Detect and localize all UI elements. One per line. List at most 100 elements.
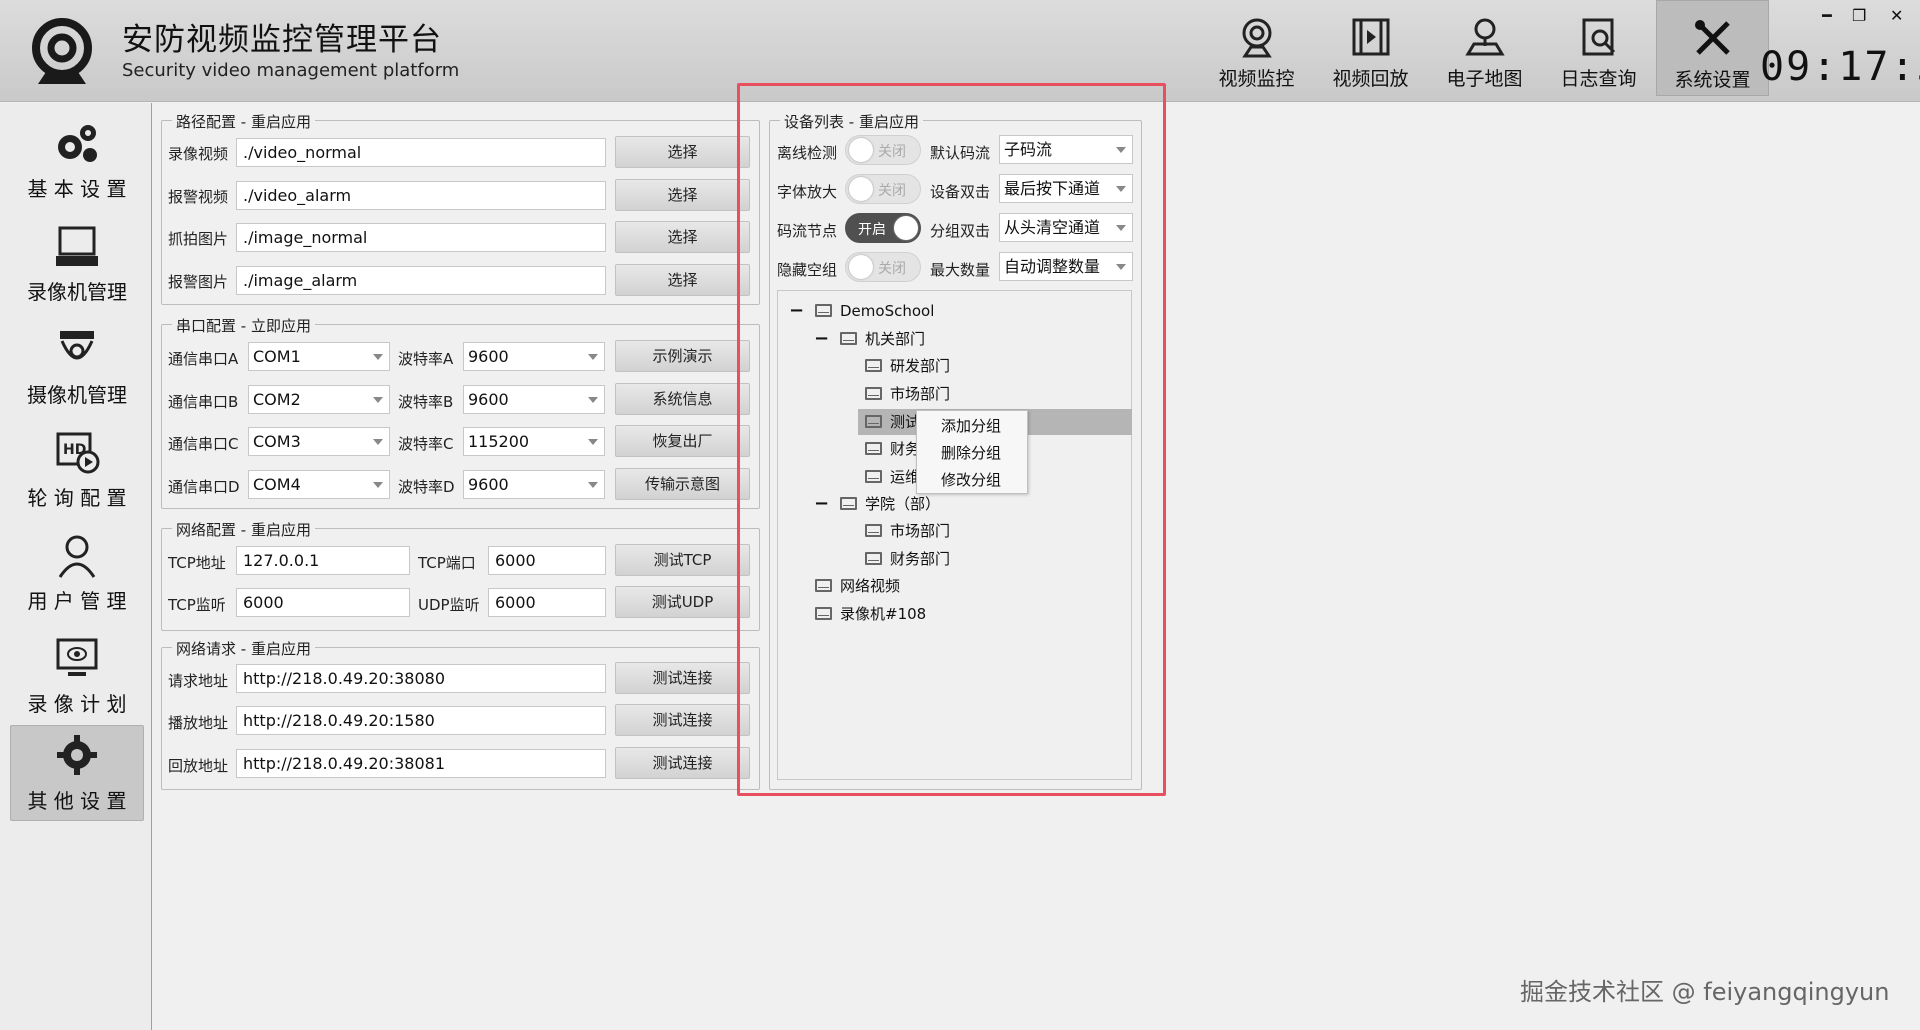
- sidebar-item-record-plan[interactable]: 录 像 计 划: [10, 628, 144, 724]
- app-title: 安防视频监控管理平台: [122, 22, 442, 58]
- chevron-down-icon: [373, 354, 383, 360]
- baud-label: 波特率A: [398, 350, 454, 368]
- sidebar-item-other-settings[interactable]: 其 他 设 置: [10, 725, 144, 821]
- close-icon[interactable]: ✕: [1890, 6, 1903, 25]
- sidebar-item-label: 其 他 设 置: [27, 788, 127, 813]
- sidebar-item-label: 录像机管理: [27, 279, 127, 304]
- nav-label: 电子地图: [1446, 68, 1523, 90]
- udp-listen-label: UDP监听: [418, 596, 480, 614]
- select-record-video-button[interactable]: 选择: [615, 136, 750, 168]
- gear-icon: [57, 734, 97, 775]
- port-c-select[interactable]: COM3: [248, 427, 390, 456]
- tcp-listen-field[interactable]: 6000: [236, 588, 410, 617]
- sidebar-item-label: 轮 询 配 置: [27, 485, 127, 510]
- tcp-port-field[interactable]: 6000: [488, 546, 606, 575]
- sidebar-item-label: 用 户 管 理: [27, 588, 127, 613]
- combo-value: 9600: [468, 347, 509, 366]
- url-label: 请求地址: [168, 672, 229, 690]
- playback-url-field[interactable]: http://218.0.49.20:38081: [236, 749, 606, 778]
- sidebar: 基 本 设 置 录像机管理 摄像机管理 HD 轮 询 配 置 用 户 管 理 录…: [0, 103, 152, 1030]
- sidebar-item-basic-settings[interactable]: 基 本 设 置: [10, 113, 144, 209]
- test-request-button[interactable]: 测试连接: [615, 662, 750, 694]
- test-playback-button[interactable]: 测试连接: [615, 747, 750, 779]
- select-alarm-video-button[interactable]: 选择: [615, 179, 750, 211]
- select-alarm-image-button[interactable]: 选择: [615, 264, 750, 296]
- port-d-select[interactable]: COM4: [248, 470, 390, 499]
- annotation-highlight-box: [737, 83, 1166, 796]
- map-pin-icon: [1464, 18, 1505, 56]
- url-label: 回放地址: [168, 757, 229, 775]
- play-url-field[interactable]: http://218.0.49.20:1580: [236, 706, 606, 735]
- tcp-listen-label: TCP监听: [168, 596, 226, 614]
- nav-video-playback[interactable]: 视频回放: [1314, 0, 1427, 96]
- select-snapshot-button[interactable]: 选择: [615, 221, 750, 253]
- film-icon: [1352, 18, 1389, 56]
- test-udp-button[interactable]: 测试UDP: [615, 586, 750, 618]
- request-url-field[interactable]: http://218.0.49.20:38080: [236, 664, 606, 693]
- webcam-logo-icon: [32, 18, 92, 84]
- nav-log-query[interactable]: 日志查询: [1542, 0, 1655, 96]
- port-a-select[interactable]: COM1: [248, 342, 390, 371]
- baud-d-select[interactable]: 9600: [463, 470, 605, 499]
- watermark: 掘金技术社区 @ feiyangqingyun: [1520, 978, 1890, 1006]
- chevron-down-icon: [588, 482, 598, 488]
- combo-value: COM1: [253, 347, 301, 366]
- demo-button[interactable]: 示例演示: [615, 340, 750, 372]
- sidebar-item-label: 录 像 计 划: [27, 691, 127, 716]
- chevron-down-icon: [588, 354, 598, 360]
- record-video-path-field[interactable]: ./video_normal: [236, 138, 606, 167]
- combo-value: COM3: [253, 432, 301, 451]
- nav-video-monitor[interactable]: 视频监控: [1200, 0, 1313, 96]
- sidebar-item-camera-manage[interactable]: 摄像机管理: [10, 319, 144, 415]
- nav-e-map[interactable]: 电子地图: [1428, 0, 1541, 96]
- tcp-port-label: TCP端口: [418, 554, 476, 572]
- combo-value: COM4: [253, 475, 301, 494]
- nav-label: 系统设置: [1674, 69, 1751, 91]
- combo-value: 9600: [468, 390, 509, 409]
- system-info-button[interactable]: 系统信息: [615, 383, 750, 415]
- restore-icon[interactable]: ❐: [1852, 6, 1866, 25]
- sidebar-item-label: 摄像机管理: [27, 382, 127, 407]
- baud-label: 波特率B: [398, 393, 454, 411]
- udp-listen-field[interactable]: 6000: [488, 588, 606, 617]
- log-search-icon: [1582, 18, 1615, 56]
- group-title: 路径配置 - 重启应用: [172, 111, 315, 132]
- combo-value: 115200: [468, 432, 530, 451]
- port-b-select[interactable]: COM2: [248, 385, 390, 414]
- sidebar-item-nvr-manage[interactable]: 录像机管理: [10, 216, 144, 312]
- alarm-image-path-field[interactable]: ./image_alarm: [236, 266, 606, 295]
- baud-c-select[interactable]: 115200: [463, 427, 605, 456]
- top-nav: 视频监控 视频回放 电子地图 日志查询 系统设置: [1200, 0, 1770, 102]
- app-subtitle: Security video management platform: [122, 60, 460, 81]
- baud-label: 波特率D: [398, 478, 455, 496]
- alarm-video-path-field[interactable]: ./video_alarm: [236, 181, 606, 210]
- nav-label: 视频回放: [1332, 68, 1409, 90]
- test-play-button[interactable]: 测试连接: [615, 704, 750, 736]
- nvr-icon: [56, 226, 98, 266]
- combo-value: COM2: [253, 390, 301, 409]
- port-label: 通信串口B: [168, 393, 239, 411]
- path-label: 报警图片: [168, 273, 229, 291]
- sidebar-item-polling-config[interactable]: HD 轮 询 配 置: [10, 422, 144, 518]
- chevron-down-icon: [373, 482, 383, 488]
- user-icon: [58, 535, 96, 578]
- baud-b-select[interactable]: 9600: [463, 385, 605, 414]
- baud-a-select[interactable]: 9600: [463, 342, 605, 371]
- sidebar-item-user-manage[interactable]: 用 户 管 理: [10, 525, 144, 621]
- minimize-icon[interactable]: ━: [1822, 6, 1832, 25]
- tcp-addr-field[interactable]: 127.0.0.1: [236, 546, 410, 575]
- nav-system-settings[interactable]: 系统设置: [1656, 0, 1769, 96]
- monitor-eye-icon: [56, 638, 98, 676]
- chevron-down-icon: [588, 439, 598, 445]
- transfer-diagram-button[interactable]: 传输示意图: [615, 468, 750, 500]
- test-tcp-button[interactable]: 测试TCP: [615, 544, 750, 576]
- dome-camera-icon: [60, 330, 94, 359]
- nav-label: 日志查询: [1560, 68, 1637, 90]
- snapshot-path-field[interactable]: ./image_normal: [236, 223, 606, 252]
- factory-reset-button[interactable]: 恢复出厂: [615, 425, 750, 457]
- chevron-down-icon: [588, 397, 598, 403]
- port-label: 通信串口C: [168, 435, 239, 453]
- chevron-down-icon: [373, 397, 383, 403]
- gears-icon: [58, 124, 97, 162]
- tcp-addr-label: TCP地址: [168, 554, 226, 572]
